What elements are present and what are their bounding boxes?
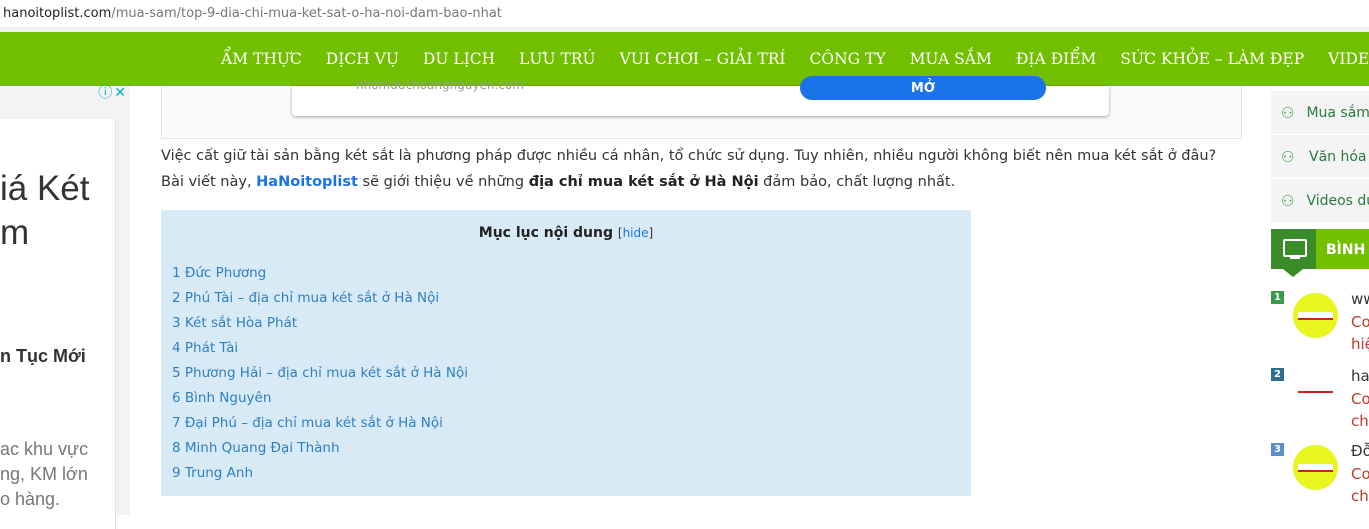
top-ad-site: nhomduchoangnguyen.com xyxy=(356,78,524,92)
main-nav: ẨM THỰC DỊCH VỤ DU LỊCH LƯU TRÚ VUI CHƠI… xyxy=(0,32,1369,86)
comment-author: Đỗ xyxy=(1351,442,1369,460)
comment-item[interactable]: 1 ww Co hiệ xyxy=(1271,290,1369,353)
comment-author: ha xyxy=(1351,367,1369,385)
sidebar-item-label: Văn hóa xyxy=(1309,148,1367,165)
toc-bracket: ] xyxy=(648,226,654,240)
left-ad[interactable]: ⓘ✕ iá Két m n Tục Mới ac khu vực ng, KM … xyxy=(0,85,130,529)
sidebar-item-label: Videos du xyxy=(1306,192,1369,209)
comment-text[interactable]: chu xyxy=(1351,412,1369,430)
user-icon: ⚇ xyxy=(1281,147,1295,166)
intro-paragraph: Việc cất giữ tài sản bằng két sắt là phư… xyxy=(161,143,1241,195)
comment-text[interactable]: Co xyxy=(1351,390,1369,408)
toc-item[interactable]: 1 Đức Phương xyxy=(172,261,468,286)
header-pointer xyxy=(1283,269,1303,277)
top-ad-card[interactable]: nhomduchoangnguyen.com MỞ xyxy=(292,76,1109,116)
toc-item[interactable]: 2 Phú Tài – địa chỉ mua két sắt ở Hà Nội xyxy=(172,286,468,311)
toc-item[interactable]: 4 Phát Tài xyxy=(172,336,468,361)
ad-desc-line: ac khu vực xyxy=(0,439,89,459)
nav-item-videos[interactable]: VIDEOS xyxy=(1316,32,1369,86)
sidebar-category-list: ⚇ Mua sắm ⚇ Văn hóa ⚇ Videos du xyxy=(1271,91,1369,223)
url-path: /mua-sam/top-9-dia-chi-mua-ket-sat-o-ha-… xyxy=(111,6,502,21)
avatar xyxy=(1293,445,1338,490)
intro-text: sẽ giới thiệu về những xyxy=(357,174,529,190)
rank-badge: 2 xyxy=(1271,368,1284,381)
comment-item[interactable]: 2 ha Co chu xyxy=(1271,367,1369,430)
nav-item-vui-choi[interactable]: VUI CHƠI – GIẢI TRÍ xyxy=(608,32,798,86)
sidebar-item-mua-sam[interactable]: ⚇ Mua sắm xyxy=(1271,91,1369,135)
toc-hide-link[interactable]: hide xyxy=(623,226,649,240)
url-domain: hanoitoplist.com xyxy=(3,6,112,21)
comment-text[interactable]: hiệ xyxy=(1351,335,1369,353)
intro-text: đảm bảo, chất lượng nhất. xyxy=(758,174,956,190)
ad-subtitle: n Tục Mới xyxy=(0,346,86,366)
toc-hide-toggle: [hide] xyxy=(618,226,653,240)
sidebar-item-videos[interactable]: ⚇ Videos du xyxy=(1271,179,1369,223)
monitor-icon xyxy=(1271,229,1316,269)
table-of-contents: Mục lục nội dung [hide] 1 Đức Phương 2 P… xyxy=(161,210,971,496)
ad-info-close-icon[interactable]: ⓘ✕ xyxy=(98,82,128,102)
rank-badge: 3 xyxy=(1271,443,1284,456)
toc-item[interactable]: 5 Phương Hải – địa chỉ mua két sắt ở Hà … xyxy=(172,361,468,386)
address-bar[interactable]: hanoitoplist.com/mua-sam/top-9-dia-chi-m… xyxy=(0,0,1369,28)
user-icon: ⚇ xyxy=(1281,103,1295,122)
ad-headline-line1: iá Két xyxy=(0,169,90,208)
toc-item[interactable]: 9 Trung Anh xyxy=(172,461,468,486)
toc-item[interactable]: 6 Bình Nguyên xyxy=(172,386,468,411)
rank-badge: 1 xyxy=(1271,291,1284,304)
nav-item-am-thuc[interactable]: ẨM THỰC xyxy=(209,32,314,86)
avatar xyxy=(1293,370,1338,415)
top-ad-box: nhomduchoangnguyen.com MỞ xyxy=(161,76,1242,139)
ad-desc-line: ng, KM lớn xyxy=(0,464,88,484)
comment-text[interactable]: Co xyxy=(1351,313,1369,331)
toc-heading: Mục lục nội dung xyxy=(478,225,614,241)
toc-item[interactable]: 8 Minh Quang Đại Thành xyxy=(172,436,468,461)
section-title: BÌNH L xyxy=(1326,242,1369,258)
ad-headline-line2: m xyxy=(0,213,30,252)
top-ad-open-button[interactable]: MỞ xyxy=(800,76,1046,100)
brand-link[interactable]: HaNoitoplist xyxy=(256,174,358,190)
comment-author: ww xyxy=(1351,290,1369,308)
toc-item[interactable]: 7 Đại Phú – địa chỉ mua két sắt ở Hà Nội xyxy=(172,411,468,436)
avatar xyxy=(1293,293,1338,338)
comments-section-header: BÌNH L xyxy=(1271,229,1369,277)
toc-item[interactable]: 3 Két sắt Hòa Phát xyxy=(172,311,468,336)
nav-item-suc-khoe[interactable]: SỨC KHỎE – LÀM ĐẸP xyxy=(1108,32,1316,86)
comment-item[interactable]: 3 Đỗ Co chă xyxy=(1271,442,1369,505)
ad-desc-line: o hàng. xyxy=(0,489,61,509)
ad-description: ac khu vực ng, KM lớn o hàng. xyxy=(0,437,88,512)
comment-text[interactable]: chă xyxy=(1351,487,1369,505)
ad-headline: iá Két m xyxy=(0,167,120,255)
user-icon: ⚇ xyxy=(1281,191,1295,210)
toc-title: Mục lục nội dung [hide] xyxy=(161,225,971,241)
sidebar-item-van-hoa[interactable]: ⚇ Văn hóa xyxy=(1271,135,1369,179)
sidebar-item-label: Mua sắm xyxy=(1306,104,1369,121)
comment-text[interactable]: Co xyxy=(1351,465,1369,483)
ad-card[interactable]: iá Két m n Tục Mới ac khu vực ng, KM lớn… xyxy=(0,119,116,529)
intro-bold: địa chỉ mua két sắt ở Hà Nội xyxy=(528,174,759,190)
